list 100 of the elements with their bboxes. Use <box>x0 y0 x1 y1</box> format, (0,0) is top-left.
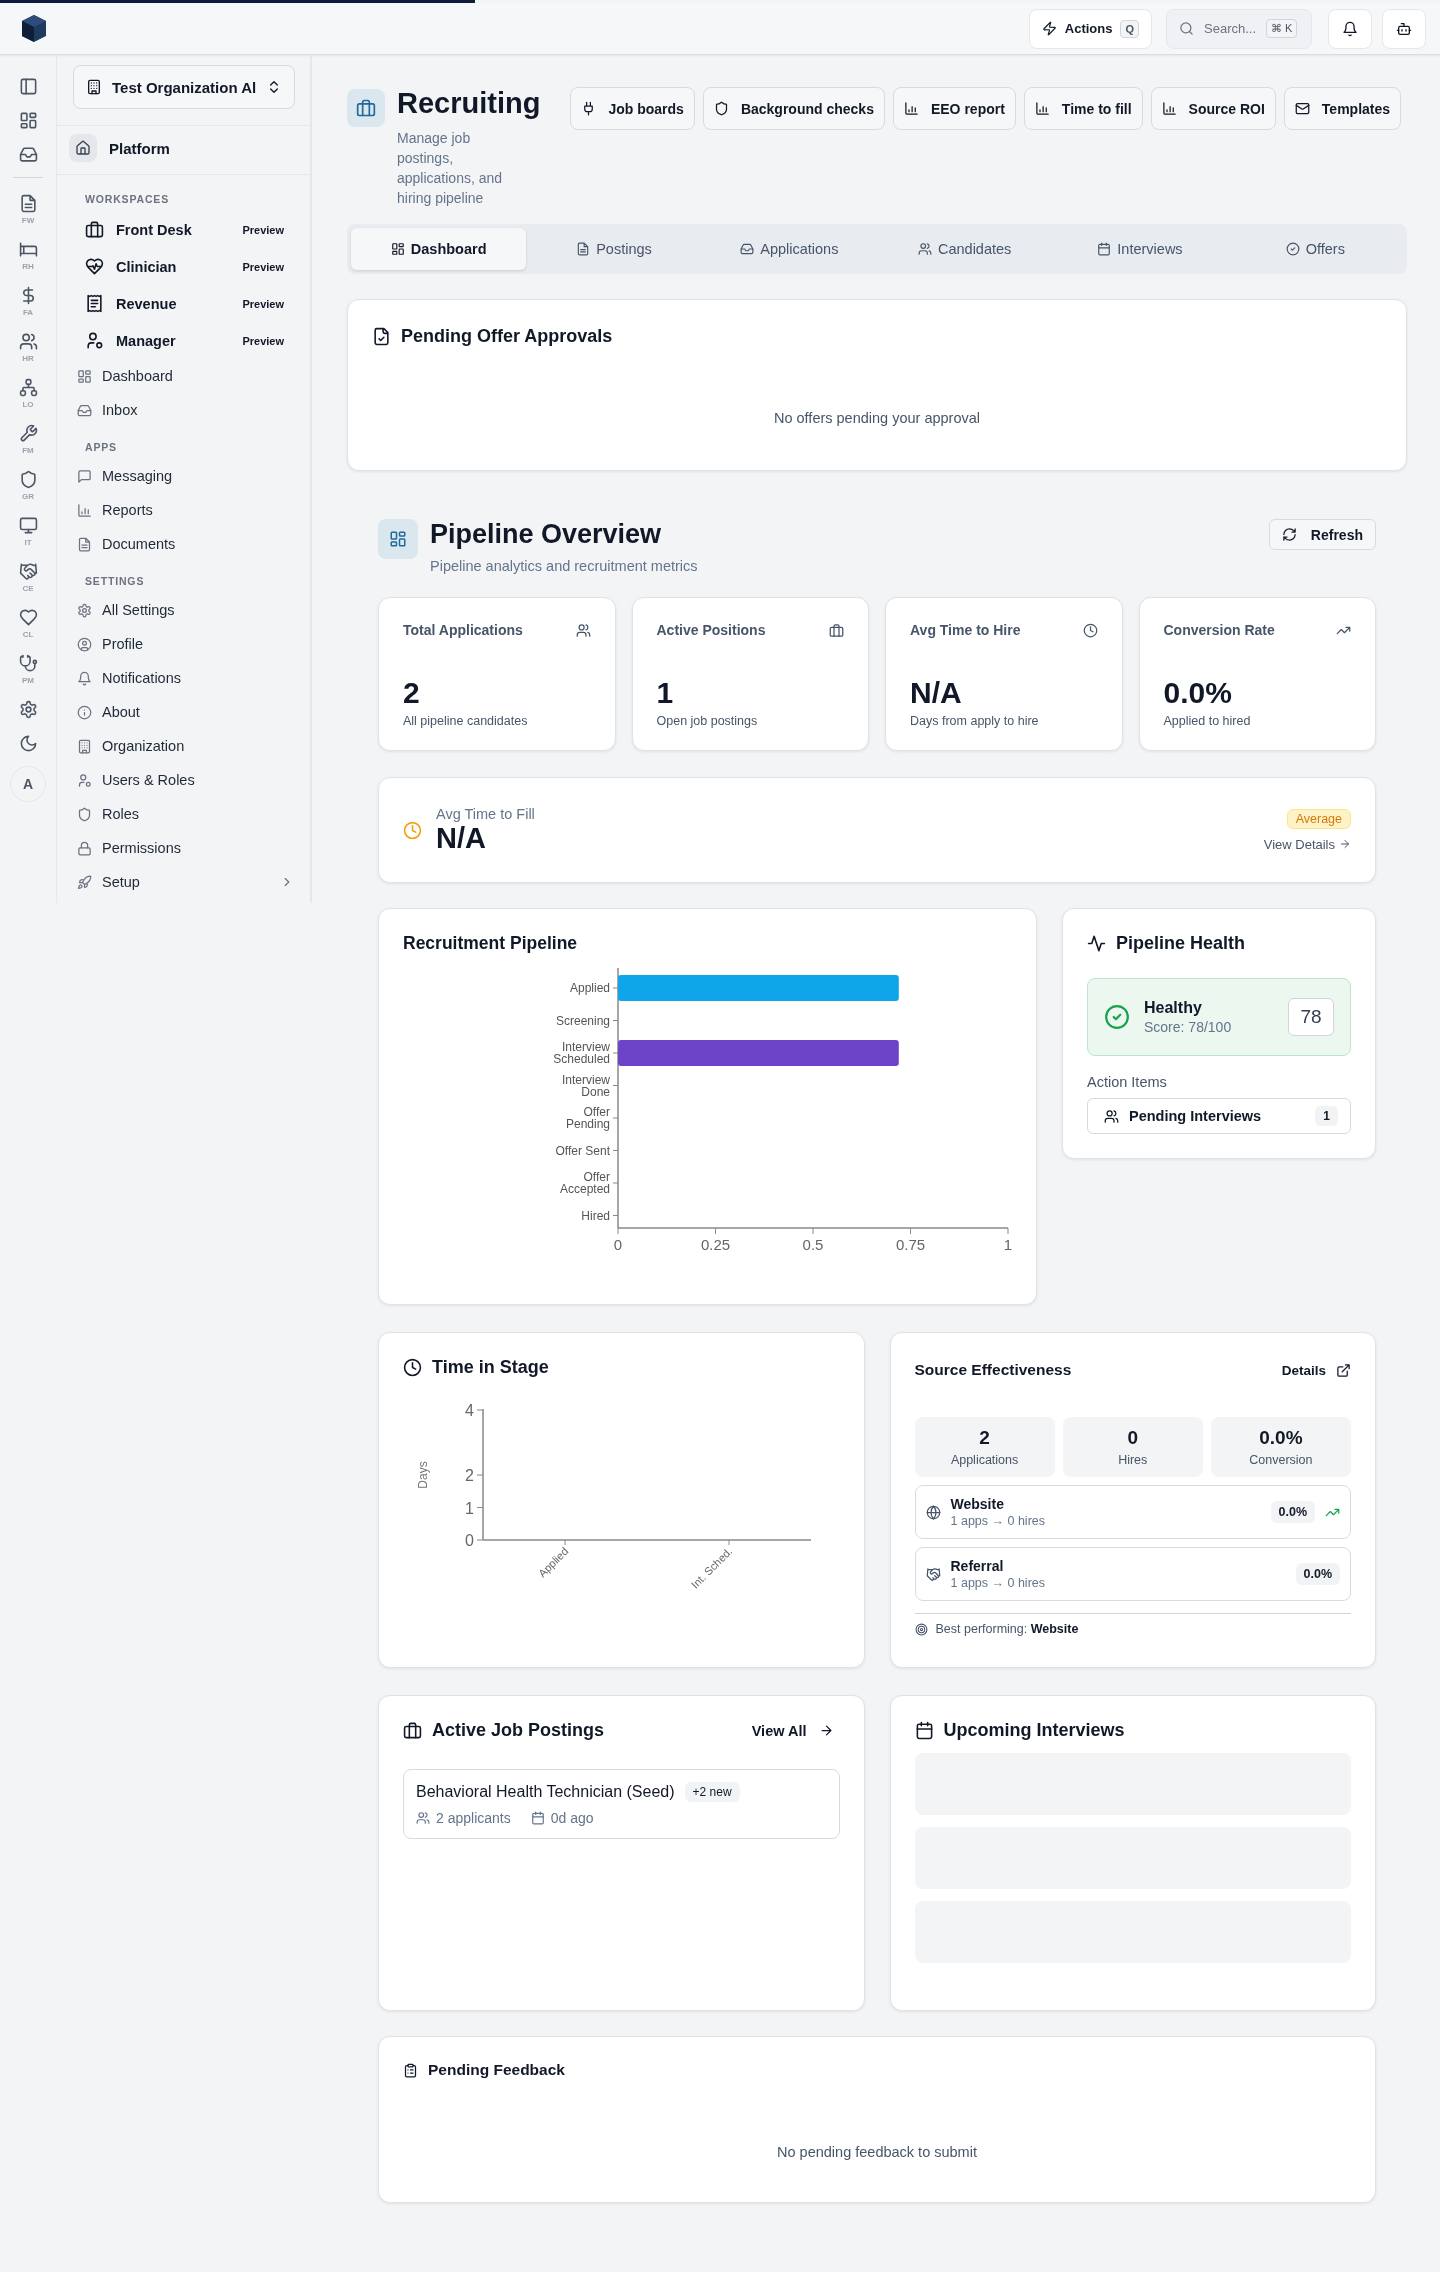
toolbar-button[interactable]: Time to fill <box>1023 87 1143 130</box>
card-title: Time in Stage <box>432 1357 549 1378</box>
briefcase-icon <box>85 220 104 239</box>
page-title: Recruiting <box>397 87 541 120</box>
empty-message: No offers pending your approval <box>772 410 982 426</box>
shield-icon <box>18 470 38 489</box>
source-row[interactable]: Website 1 apps → 0 hires 0.0% <box>914 1485 1351 1539</box>
axis-title: Days <box>416 1461 430 1489</box>
toolbar-button[interactable]: Templates <box>1283 87 1402 130</box>
section-heading: APPS <box>84 440 118 455</box>
tab[interactable]: Offers <box>1227 228 1403 270</box>
tab[interactable]: Postings <box>526 228 702 270</box>
sidebar-item[interactable]: Documents <box>57 527 310 561</box>
job-posting-item[interactable]: Behavioral Health Technician (Seed) +2 new 2 applicants 0d ago <box>403 1769 840 1839</box>
preview-label: Preview <box>242 260 284 273</box>
sidebar-item[interactable]: Reports <box>57 493 310 527</box>
sidebar-item[interactable]: Users & Roles <box>57 763 310 797</box>
heart-icon <box>18 608 38 627</box>
best-source-text: Best performing: Website <box>935 1622 1079 1636</box>
dashboard-icon <box>77 368 92 384</box>
toolbar-button[interactable]: Source ROI <box>1150 87 1276 130</box>
tab[interactable]: Applications <box>701 228 877 270</box>
logo-cube-icon <box>20 13 48 44</box>
sidebar-item[interactable]: Permissions <box>57 831 310 865</box>
sidebar-item[interactable]: Organization <box>57 729 310 763</box>
tab[interactable]: Dashboard <box>351 228 527 270</box>
stat-value: 0.0% <box>1259 1427 1303 1449</box>
axis-label: Offer Pending <box>565 1105 610 1131</box>
users-icon <box>416 1811 430 1825</box>
health-score-text: Score: 78/100 <box>1144 1019 1232 1035</box>
sidebar-item[interactable]: About <box>57 695 310 729</box>
actions-button[interactable]: Actions Q <box>1028 8 1152 49</box>
sidebar-item[interactable]: Inbox <box>57 393 310 427</box>
home-icon <box>75 140 91 156</box>
preview-label: Preview <box>242 223 284 236</box>
sidebar-item[interactable]: Revenue Preview <box>57 285 310 322</box>
tick-label: 0.75 <box>895 1236 926 1253</box>
card-title: Active Job Postings <box>432 1720 605 1741</box>
toolbar-button[interactable]: Job boards <box>570 87 695 130</box>
arrow-right-icon <box>1339 838 1351 850</box>
metric-note: Applied to hired <box>1163 714 1252 728</box>
action-item[interactable]: Pending Interviews 1 <box>1087 1098 1351 1134</box>
organization-switcher[interactable]: Test Organization Al <box>73 65 295 109</box>
sidebar-item[interactable]: Roles <box>57 797 310 831</box>
refresh-button[interactable]: Refresh <box>1268 519 1376 550</box>
briefcase-icon <box>829 622 844 638</box>
tab[interactable]: Candidates <box>877 228 1053 270</box>
details-link[interactable]: Details <box>1281 1362 1351 1378</box>
globe-icon <box>925 1504 941 1520</box>
platform-label[interactable]: Platform <box>109 139 170 157</box>
target-icon <box>914 1622 928 1636</box>
briefcase-icon <box>356 98 376 118</box>
bar-chart-icon <box>903 101 919 116</box>
bar-chart-icon <box>1034 101 1050 116</box>
preview-label: Preview <box>242 297 284 310</box>
bed-icon <box>18 240 38 259</box>
monitor-icon <box>18 516 38 535</box>
source-row[interactable]: Referral 1 apps → 0 hires 0.0% <box>914 1547 1351 1601</box>
preview-label: Preview <box>242 334 284 347</box>
stat-value: 0 <box>1127 1427 1139 1449</box>
notifications-button[interactable] <box>1328 8 1372 49</box>
metric-label: Avg Time to Hire <box>910 622 1021 638</box>
metric-label: Total Applications <box>403 622 523 638</box>
stat-label: Conversion <box>1249 1453 1313 1467</box>
toolbar-button[interactable]: Background checks <box>702 87 885 130</box>
toolbar-button[interactable]: EEO report <box>892 87 1016 130</box>
source-detail: 1 apps → 0 hires <box>950 1514 1045 1528</box>
health-score: 78 <box>1288 998 1334 1036</box>
briefcase-icon <box>403 1721 422 1740</box>
card-title: Source Effectiveness <box>914 1361 1072 1379</box>
sidebar-item[interactable]: Dashboard <box>57 359 310 393</box>
metric-value: 2 <box>403 676 421 710</box>
axis-label: Hired <box>581 1208 610 1223</box>
section-heading: WORKSPACES <box>84 192 171 207</box>
sidebar-item[interactable]: Profile <box>57 627 310 661</box>
user-avatar[interactable]: A <box>10 766 46 802</box>
sidebar-item[interactable]: Messaging <box>57 459 310 493</box>
sidebar-item[interactable]: Manager Preview <box>57 322 310 359</box>
heart-pulse-icon <box>85 257 104 276</box>
hierarchy-icon <box>18 378 38 397</box>
search-field[interactable]: Search... ⌘ K <box>1166 8 1312 49</box>
stat-label: Applications <box>950 1453 1019 1467</box>
sidebar-item[interactable]: Notifications <box>57 661 310 695</box>
metric-label: Conversion Rate <box>1163 622 1275 638</box>
tick-label: 0.5 <box>802 1236 824 1253</box>
sidebar-item[interactable]: Setup <box>57 865 310 899</box>
health-status: Healthy <box>1144 999 1203 1017</box>
assistant-button[interactable] <box>1382 8 1426 49</box>
tick-label: 0 <box>465 1532 474 1549</box>
users-icon <box>917 242 932 256</box>
view-all-button[interactable]: View All <box>745 1721 840 1740</box>
sidebar-item[interactable]: All Settings <box>57 593 310 627</box>
sidebar-item[interactable]: Clinician Preview <box>57 248 310 285</box>
tab[interactable]: Interviews <box>1052 228 1228 270</box>
stethoscope-icon <box>18 654 38 673</box>
posting-age: 0d ago <box>550 1810 594 1826</box>
view-details-link[interactable]: View Details <box>1263 836 1351 852</box>
shield-icon <box>713 101 729 116</box>
sidebar-item[interactable]: Front Desk Preview <box>57 211 310 248</box>
building-icon <box>77 738 92 754</box>
